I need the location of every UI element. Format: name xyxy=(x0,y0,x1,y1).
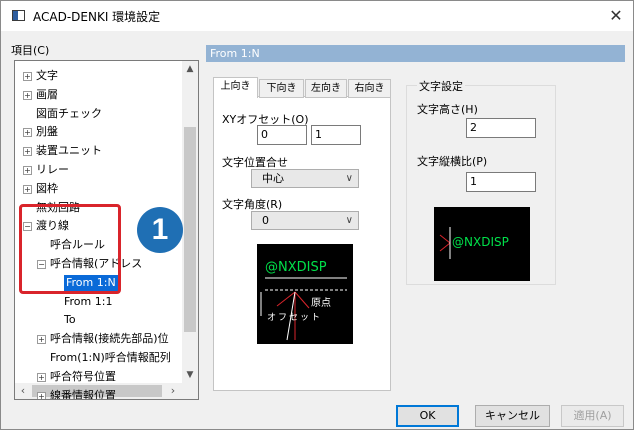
expand-icon[interactable]: + xyxy=(23,147,32,157)
text-preview: @NXDISP xyxy=(434,207,530,281)
text-height-label: 文字高さ(H) xyxy=(417,103,478,116)
tree-item-label: 文字 xyxy=(36,69,58,82)
offset-x-field[interactable]: 0 xyxy=(257,125,307,145)
offset-preview-label: オフセット xyxy=(267,313,323,323)
tree-item-label: リレー xyxy=(36,163,69,176)
tree-item-label: 呼合情報(接続先部品)位 xyxy=(50,332,169,346)
tree-vertical-scrollbar[interactable]: ▲ ▼ xyxy=(182,61,198,383)
tree-item-label: 線番情報位置 xyxy=(50,388,116,400)
items-label: 項目(C) xyxy=(11,44,50,57)
step-number-badge: 1 xyxy=(137,207,183,253)
tree-item-label: 呼合符号位置 xyxy=(50,369,116,383)
tab-up[interactable]: 上向き xyxy=(213,77,258,98)
title-bar: ACAD-DENKI 環境設定 ✕ xyxy=(1,1,633,31)
scrollbar-thumb[interactable] xyxy=(184,127,196,332)
scroll-down-icon[interactable]: ▼ xyxy=(182,367,198,383)
chevron-down-icon: ∨ xyxy=(345,215,353,226)
section-header: From 1:N xyxy=(206,45,625,62)
text-height-field[interactable]: 2 xyxy=(466,118,536,138)
cancel-button[interactable]: キャンセル xyxy=(475,405,550,427)
expand-icon[interactable]: + xyxy=(23,128,32,138)
text-angle-label: 文字角度(R) xyxy=(222,198,283,211)
tree-item-label: To xyxy=(64,313,76,327)
direction-preview-graphic xyxy=(260,277,347,341)
tree-item-label: 別盤 xyxy=(36,125,58,139)
text-settings-title: 文字設定 xyxy=(417,78,465,94)
text-align-select[interactable]: 中心 ∨ xyxy=(251,169,359,188)
window-title: ACAD-DENKI 環境設定 xyxy=(33,10,161,24)
expand-icon[interactable]: + xyxy=(23,166,32,175)
tab-down[interactable]: 下向き xyxy=(259,79,304,98)
tab-left[interactable]: 左向き xyxy=(305,79,347,98)
tree-item-label: 装置ユニット xyxy=(36,144,102,158)
aspect-ratio-field[interactable]: 1 xyxy=(466,172,536,192)
expand-icon[interactable]: + xyxy=(23,90,32,100)
text-preview-sample: @NXDISP xyxy=(452,235,509,249)
ok-button[interactable]: OK xyxy=(396,405,459,427)
text-angle-select[interactable]: 0 ∨ xyxy=(251,211,359,230)
origin-label: 原点 xyxy=(311,298,331,309)
settings-window: ACAD-DENKI 環境設定 ✕ 項目(C) ▲ ▼ ‹ › + 文字 + 画層図面… xyxy=(0,0,634,430)
highlight-box xyxy=(19,204,121,294)
tree-item-label: 図枠 xyxy=(36,181,58,195)
scroll-right-icon[interactable]: › xyxy=(165,383,181,399)
app-icon xyxy=(12,10,25,21)
apply-button[interactable]: 適用(A) xyxy=(561,405,624,427)
expand-icon[interactable]: + xyxy=(23,72,32,81)
tree-item-label: From 1:1 xyxy=(64,294,113,308)
scroll-up-icon[interactable]: ▲ xyxy=(182,61,198,77)
text-align-label: 文字位置合せ xyxy=(222,156,288,169)
offset-y-field[interactable]: 1 xyxy=(311,125,361,145)
tree-item-label: 画層 xyxy=(36,87,58,101)
scroll-left-icon[interactable]: ‹ xyxy=(15,383,31,399)
aspect-ratio-label: 文字縦横比(P) xyxy=(417,155,488,168)
expand-icon[interactable]: + xyxy=(23,184,32,194)
text-align-value: 中心 xyxy=(262,172,284,185)
expand-icon[interactable]: + xyxy=(37,372,46,382)
tree-item-label: From(1:N)呼合情報配列 xyxy=(50,351,171,364)
tab-right[interactable]: 右向き xyxy=(348,79,391,98)
close-icon[interactable]: ✕ xyxy=(605,5,627,27)
expand-icon[interactable]: + xyxy=(37,391,46,399)
expand-icon[interactable]: + xyxy=(37,335,46,345)
preview-text: @NXDISP xyxy=(265,260,327,275)
tree-item-label: 図面チェック xyxy=(36,106,102,120)
chevron-down-icon: ∨ xyxy=(345,173,353,184)
direction-preview: @NXDISP 原点 オフセット xyxy=(257,244,353,344)
text-angle-value: 0 xyxy=(262,214,269,227)
